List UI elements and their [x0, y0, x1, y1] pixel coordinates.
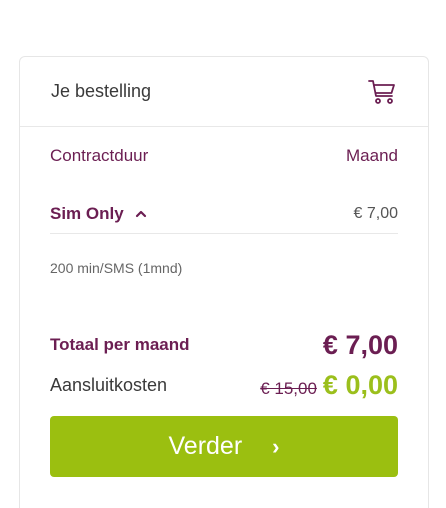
sim-detail: 200 min/SMS (1mnd)	[50, 260, 183, 276]
total-row: Totaal per maand € 7,00	[20, 329, 428, 360]
verder-button-label: Verder	[168, 432, 243, 460]
aansluitkosten-row: Aansluitkosten € 15,00 € 0,00	[20, 370, 428, 401]
sim-only-price: € 7,00	[353, 205, 398, 222]
contract-label: Contractduur	[50, 146, 149, 165]
sim-only-toggle[interactable]: Sim Only	[50, 204, 148, 224]
order-title: Je bestelling	[51, 81, 152, 101]
sim-only-row[interactable]: Sim Only € 7,00	[20, 204, 428, 224]
sim-only-label: Sim Only	[50, 204, 124, 223]
total-value: € 7,00	[322, 329, 398, 360]
contract-row: Contractduur Maand	[20, 146, 428, 165]
contract-value: Maand	[346, 146, 398, 165]
divider	[50, 233, 398, 234]
cart-icon[interactable]	[368, 78, 396, 106]
order-header: Je bestelling	[20, 57, 428, 127]
verder-button[interactable]: Verder ›	[50, 416, 398, 477]
aansluitkosten-new-price: € 0,00	[322, 369, 398, 400]
aansluitkosten-prices: € 15,00 € 0,00	[260, 370, 398, 401]
total-label: Totaal per maand	[50, 335, 190, 354]
aansluitkosten-label: Aansluitkosten	[50, 374, 168, 395]
order-summary-card: Je bestelling Contractduur Maand Sim Onl…	[19, 56, 429, 508]
chevron-right-icon: ›	[272, 433, 280, 459]
aansluitkosten-old-price: € 15,00	[260, 378, 317, 398]
chevron-up-icon[interactable]	[134, 209, 148, 219]
